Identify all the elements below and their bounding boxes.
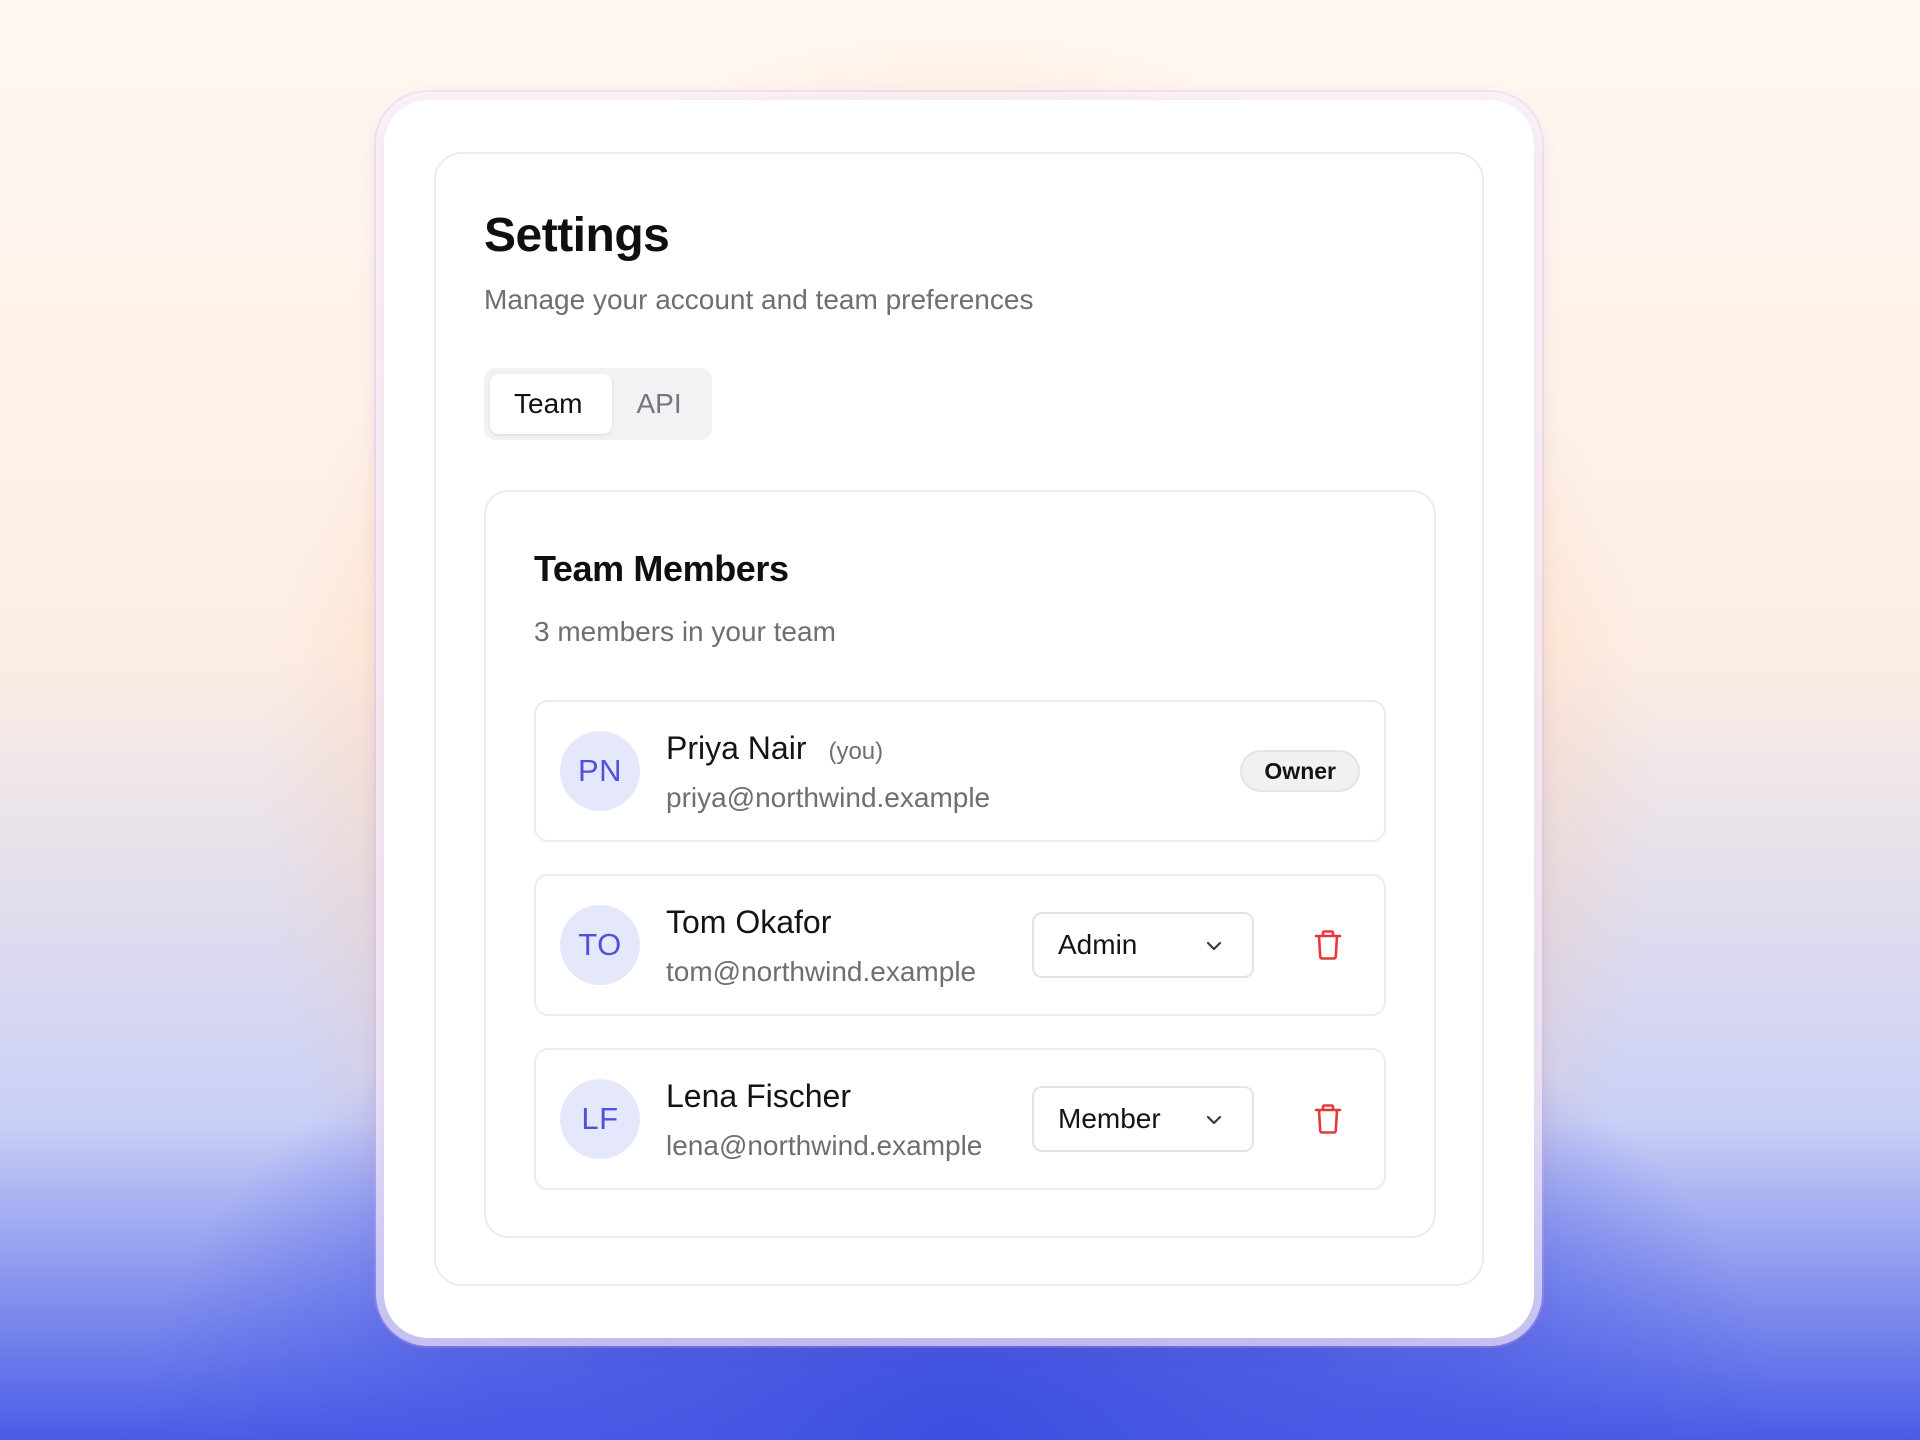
member-row-lena: LF Lena Fischer lena@northwind.example M… (534, 1048, 1386, 1190)
owner-badge: Owner (1240, 750, 1360, 792)
chevron-down-icon (1206, 1115, 1222, 1125)
tab-team[interactable]: Team (490, 374, 613, 434)
team-members-card: Team Members 3 members in your team PN P… (484, 490, 1436, 1238)
member-name: Lena Fischer (666, 1078, 851, 1114)
trash-icon (1314, 1104, 1342, 1134)
delete-member-button[interactable] (1306, 922, 1350, 968)
you-label: (you) (828, 738, 884, 765)
tab-api[interactable]: API (612, 374, 705, 434)
role-select-value: Admin (1058, 929, 1138, 960)
role-select[interactable]: Member (1032, 1086, 1254, 1152)
settings-window: Settings Manage your account and team pr… (384, 100, 1534, 1338)
avatar: LF (560, 1079, 640, 1159)
avatar: PN (560, 731, 640, 811)
page-title: Settings (484, 209, 670, 262)
team-members-count: 3 members in your team (534, 616, 836, 647)
trash-icon (1314, 930, 1342, 960)
role-select-value: Member (1058, 1103, 1161, 1134)
member-name: Tom Okafor (666, 904, 832, 940)
tab-bar: Team API (484, 368, 712, 440)
member-email: priya@northwind.example (666, 782, 991, 813)
member-email: lena@northwind.example (666, 1130, 983, 1161)
settings-panel: Settings Manage your account and team pr… (434, 152, 1484, 1286)
member-email: tom@northwind.example (666, 956, 977, 987)
page-subtitle: Manage your account and team preferences (484, 284, 1034, 315)
chevron-down-icon (1206, 941, 1222, 951)
member-name-text: Priya Nair (666, 730, 807, 766)
role-select[interactable]: Admin (1032, 912, 1254, 978)
delete-member-button[interactable] (1306, 1096, 1350, 1142)
member-row-priya: PN Priya Nair (you) priya@northwind.examp… (534, 700, 1386, 842)
team-members-title: Team Members (534, 548, 789, 589)
avatar: TO (560, 905, 640, 985)
member-name: Priya Nair (you) (666, 730, 883, 767)
member-row-tom: TO Tom Okafor tom@northwind.example Admi… (534, 874, 1386, 1016)
